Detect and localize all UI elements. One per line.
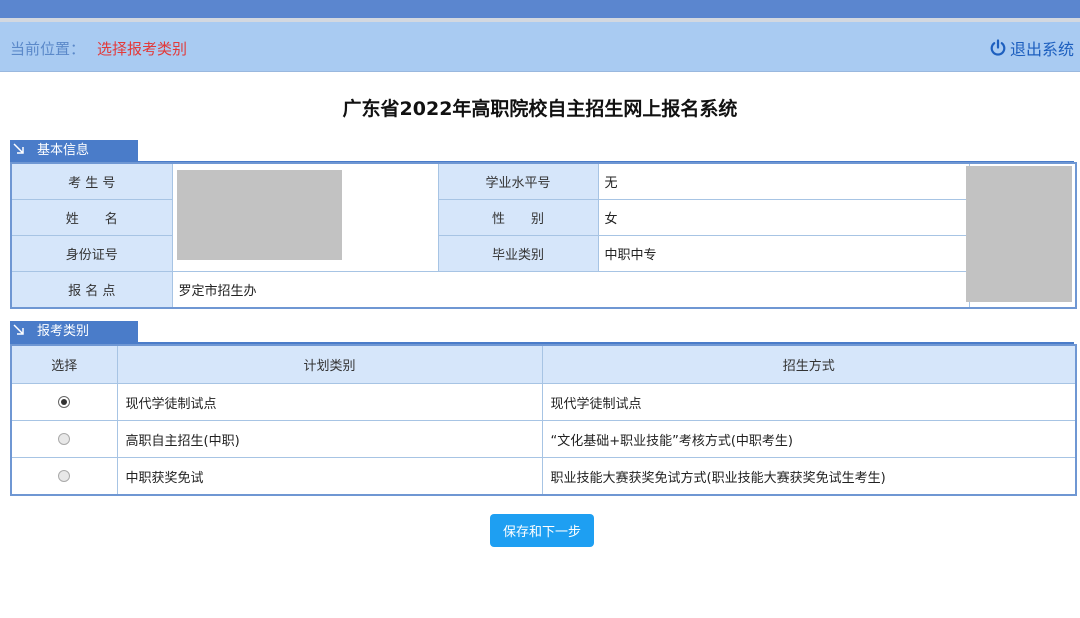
- id-no-label: 身份证号: [10, 235, 173, 272]
- logout-button[interactable]: 退出系统: [989, 36, 1074, 60]
- select-cell: [10, 383, 118, 421]
- apply-table: 选择 计划类别 招生方式 现代学徒制试点 现代学徒制试点 高职自主招生(中职) …: [10, 344, 1077, 496]
- exam-no-label: 考 生 号: [10, 162, 173, 200]
- reg-point-value: 罗定市招生办: [171, 271, 970, 309]
- redacted-block: [176, 170, 342, 260]
- section-title: 报考类别: [37, 324, 90, 339]
- page-title: 广东省2022年高职院校自主招生网上报名系统: [342, 98, 738, 120]
- gender-value: 女: [597, 199, 970, 236]
- corner-arrow-icon: [13, 324, 24, 335]
- location-value: 选择报考类别: [97, 40, 188, 58]
- grad-type-value: 中职中专: [597, 235, 970, 272]
- header-plan: 计划类别: [116, 344, 543, 384]
- radio-button[interactable]: [58, 433, 71, 445]
- plan-cell: 中职获奖免试: [116, 457, 543, 496]
- academic-no-label: 学业水平号: [437, 162, 599, 200]
- table-row: 现代学徒制试点 现代学徒制试点: [10, 383, 1077, 421]
- section-title: 基本信息: [37, 143, 90, 158]
- select-cell: [10, 420, 118, 458]
- power-icon: [990, 39, 1006, 56]
- header-select: 选择: [10, 344, 118, 384]
- plan-cell: 高职自主招生(中职): [116, 420, 543, 458]
- method-cell: 职业技能大赛获奖免试方式(职业技能大赛获奖免试生考生): [541, 457, 1077, 496]
- table-row: 高职自主招生(中职) “文化基础+职业技能”考核方式(中职考生): [10, 420, 1077, 458]
- save-next-button[interactable]: 保存和下一步: [490, 514, 594, 547]
- redacted-personal-cell: [171, 162, 439, 272]
- header-method: 招生方式: [541, 344, 1077, 384]
- select-cell: [10, 457, 118, 496]
- location-label: 当前位置：: [10, 40, 86, 58]
- table-row: 中职获奖免试 职业技能大赛获奖免试方式(职业技能大赛获奖免试生考生): [10, 457, 1077, 496]
- radio-button[interactable]: [58, 470, 71, 482]
- section-tab-apply: 报考类别: [10, 321, 138, 343]
- reg-point-label: 报 名 点: [10, 271, 173, 309]
- section-tab-basic-info: 基本信息: [10, 140, 138, 162]
- basic-info-table: 考 生 号 学业水平号 无 姓 名 性 别 女 身份证号 毕业类别 中职中专 报…: [10, 162, 1077, 309]
- top-banner: [0, 0, 1080, 18]
- photo-redacted: [965, 166, 1072, 302]
- grad-type-label: 毕业类别: [437, 235, 599, 272]
- gender-label: 性 别: [437, 199, 599, 236]
- corner-arrow-icon: [13, 143, 24, 154]
- photo-cell: [965, 162, 1077, 309]
- academic-no-value: 无: [597, 162, 970, 200]
- plan-cell: 现代学徒制试点: [116, 383, 543, 421]
- name-label: 姓 名: [10, 199, 173, 236]
- location-bar: 当前位置： 选择报考类别 退出系统: [0, 22, 1080, 72]
- method-cell: “文化基础+职业技能”考核方式(中职考生): [541, 420, 1077, 458]
- method-cell: 现代学徒制试点: [541, 383, 1077, 421]
- logout-label: 退出系统: [1009, 40, 1074, 59]
- radio-button[interactable]: [58, 396, 71, 408]
